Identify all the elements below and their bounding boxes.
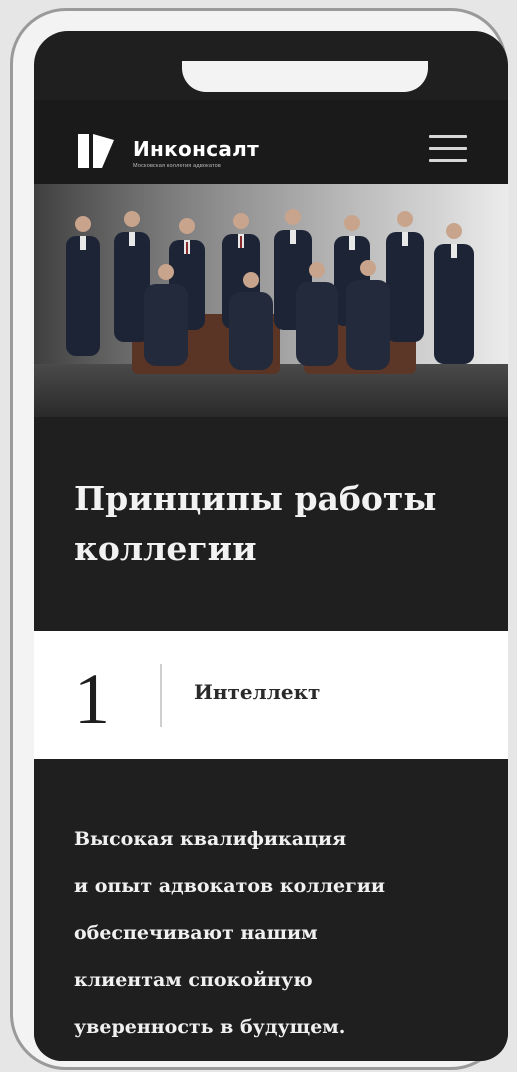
site-header: Инконсалт Московская коллегия адвокатов [34, 100, 508, 184]
menu-line [429, 135, 467, 138]
principle-number: 1 [74, 659, 110, 739]
principle-description-block: Высокая квалификация и опыт адвокатов ко… [34, 759, 508, 1061]
principle-divider [160, 664, 162, 727]
menu-line [429, 147, 467, 150]
page-title: Принципы работы коллегии [74, 479, 437, 568]
phone-notch [182, 61, 428, 92]
principle-name: Интеллект [194, 680, 321, 704]
hamburger-menu-icon[interactable] [429, 135, 467, 162]
brand-name[interactable]: Инконсалт [133, 137, 259, 161]
phone-screen: Инконсалт Московская коллегия адвокатов [34, 31, 508, 1061]
brand-tagline: Московская коллегия адвокатов [133, 163, 222, 169]
principle-item: 1 Интеллект [34, 631, 508, 759]
principle-description: Высокая квалификация и опыт адвокатов ко… [74, 828, 385, 1038]
section-title-block: Принципы работы коллегии [34, 417, 508, 631]
logo-icon[interactable] [74, 130, 118, 172]
menu-line [429, 159, 467, 162]
hero-team-photo [34, 184, 508, 417]
